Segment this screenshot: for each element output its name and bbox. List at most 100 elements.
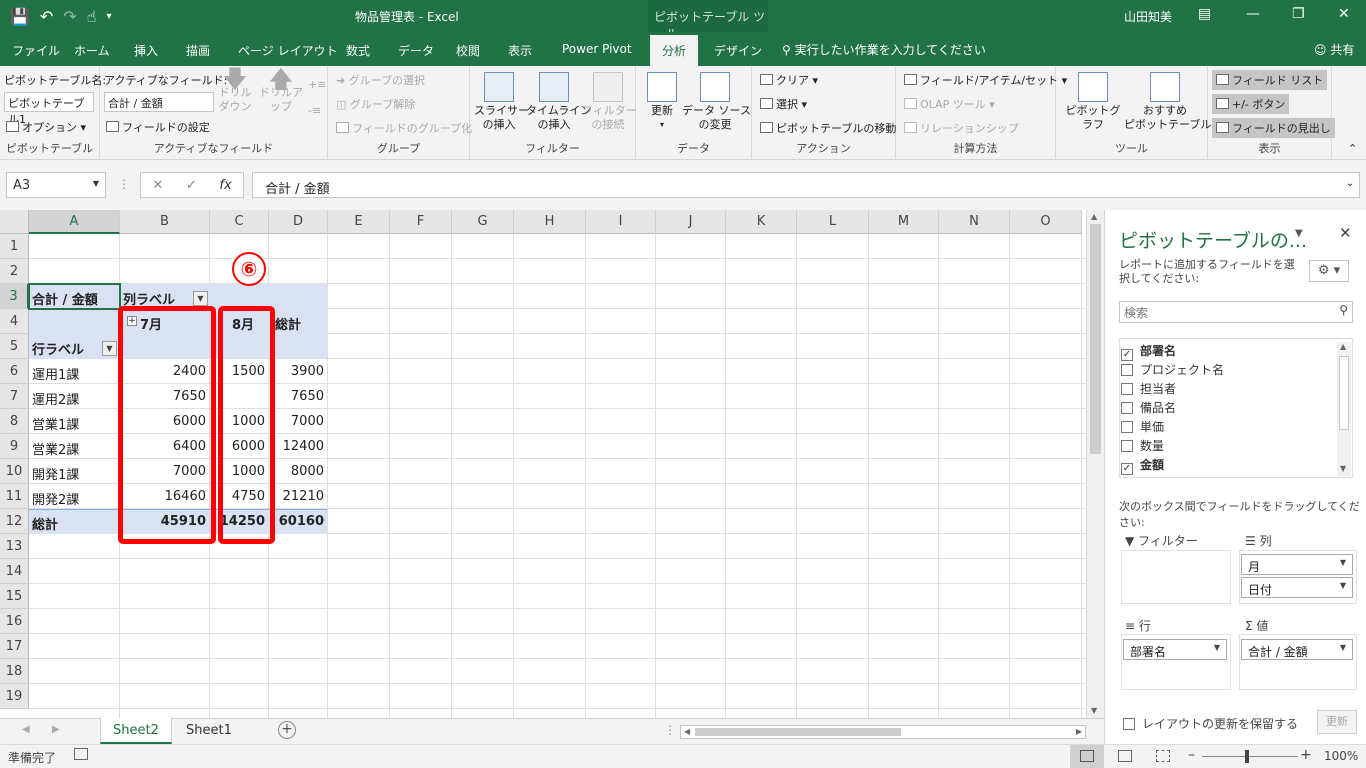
row-header[interactable]: 6 bbox=[0, 359, 29, 384]
tab-design[interactable]: デザイン bbox=[714, 42, 762, 59]
column-header[interactable]: E bbox=[328, 210, 390, 234]
column-header[interactable]: C bbox=[210, 210, 269, 234]
column-header[interactable]: F bbox=[390, 210, 452, 234]
row-header[interactable]: 16 bbox=[0, 609, 29, 634]
scroll-up-icon[interactable]: ▲ bbox=[1091, 212, 1097, 221]
row-header[interactable]: 5 bbox=[0, 334, 29, 359]
column-header[interactable]: M bbox=[869, 210, 939, 234]
macro-record-icon[interactable] bbox=[74, 748, 88, 760]
row-header[interactable]: 8 bbox=[0, 409, 29, 434]
row-header[interactable]: 9 bbox=[0, 434, 29, 459]
row-header[interactable]: 4 bbox=[0, 309, 29, 334]
zoom-slider-thumb[interactable] bbox=[1245, 750, 1249, 763]
values-chip-sum-amount[interactable]: 合計 / 金額 ▼ bbox=[1241, 639, 1353, 660]
row-header[interactable]: 15 bbox=[0, 584, 29, 609]
tab-data[interactable]: データ bbox=[398, 42, 434, 59]
field-search-input[interactable]: 検索 ⚲ bbox=[1119, 301, 1353, 323]
field-scroll-down-icon[interactable]: ▼ bbox=[1340, 464, 1346, 473]
columns-chip-date[interactable]: 日付 ▼ bbox=[1241, 577, 1353, 598]
pivot-row-name[interactable]: 運用2課 bbox=[32, 384, 118, 409]
formula-input[interactable]: 合計 / 金額 bbox=[252, 172, 1360, 198]
plus-minus-toggle[interactable]: +/- ボタン bbox=[1212, 94, 1290, 114]
row-header[interactable]: 7 bbox=[0, 384, 29, 409]
row-header[interactable]: 2 bbox=[0, 259, 29, 284]
select-all-corner[interactable] bbox=[0, 210, 29, 234]
row-filter-dropdown-icon[interactable]: ▼ bbox=[102, 341, 117, 356]
tab-split-grip-icon[interactable]: ⋮ bbox=[664, 723, 676, 737]
field-item[interactable]: ✓ 部署名 bbox=[1121, 342, 1176, 361]
redo-icon[interactable]: ↷ bbox=[63, 7, 76, 26]
field-scroll-thumb[interactable] bbox=[1339, 356, 1349, 430]
customize-qat-icon[interactable]: ▾ bbox=[106, 11, 111, 22]
name-box-dropdown-icon[interactable]: ▼ bbox=[93, 179, 99, 188]
zoom-level[interactable]: 100% bbox=[1324, 749, 1358, 763]
tab-view[interactable]: 表示 bbox=[508, 42, 532, 59]
column-filter-dropdown-icon[interactable]: ▼ bbox=[193, 291, 208, 306]
checked-checkbox-icon[interactable]: ✓ bbox=[1121, 349, 1133, 361]
vertical-scrollbar[interactable]: ▲ ▼ bbox=[1086, 210, 1104, 718]
field-item[interactable]: プロジェクト名 bbox=[1121, 361, 1224, 378]
pivot-row-name[interactable]: 営業2課 bbox=[32, 434, 118, 459]
pivot-row-name[interactable]: 運用1課 bbox=[32, 359, 118, 384]
column-header[interactable]: G bbox=[452, 210, 514, 234]
zoom-slider[interactable] bbox=[1202, 756, 1298, 757]
refresh-button[interactable]: 更新 ▾ bbox=[644, 72, 680, 132]
column-header[interactable]: N bbox=[939, 210, 1010, 234]
filter-area-box[interactable] bbox=[1121, 550, 1231, 604]
chip-dropdown-icon[interactable]: ▼ bbox=[1340, 558, 1346, 567]
tab-draw[interactable]: 描画 bbox=[186, 42, 210, 59]
share-button[interactable]: ☺ 共有 bbox=[1314, 41, 1354, 58]
chip-dropdown-icon[interactable]: ▼ bbox=[1340, 581, 1346, 590]
insert-timeline-button[interactable]: タイムライン の挿入 bbox=[526, 72, 591, 132]
sheet-tab-sheet2[interactable]: Sheet2 bbox=[100, 718, 172, 744]
pivot-row-name[interactable]: 開発1課 bbox=[32, 459, 118, 484]
scroll-left-icon[interactable]: ◀ bbox=[684, 727, 690, 736]
move-pivot-button[interactable]: ピボットテーブルの移動 bbox=[760, 120, 896, 136]
name-box[interactable]: A3 ▼ bbox=[6, 172, 106, 198]
horizontal-scroll-thumb[interactable] bbox=[695, 728, 901, 736]
pivot-value-cell[interactable]: 21210 bbox=[269, 484, 327, 509]
minimize-icon[interactable]: — bbox=[1246, 6, 1260, 22]
scroll-down-icon[interactable]: ▼ bbox=[1091, 706, 1097, 715]
page-break-view-icon[interactable] bbox=[1156, 750, 1170, 762]
column-header[interactable]: J bbox=[656, 210, 726, 234]
sheet-prev-icon[interactable]: ◀ bbox=[22, 724, 30, 735]
defer-update-checkbox[interactable]: レイアウトの更新を保留する bbox=[1123, 715, 1298, 732]
field-list-scrollbar[interactable]: ▲ ▼ bbox=[1337, 342, 1351, 476]
group-selection-button[interactable]: ➜ グループの選択 bbox=[336, 72, 425, 88]
pane-options-dropdown-icon[interactable]: ▼ bbox=[1295, 228, 1303, 239]
checkbox-icon[interactable] bbox=[1121, 364, 1133, 376]
options-button[interactable]: オプション ▾ bbox=[6, 119, 86, 135]
column-header[interactable]: B bbox=[120, 210, 210, 234]
row-header[interactable]: 11 bbox=[0, 484, 29, 509]
column-header[interactable]: A bbox=[29, 210, 120, 234]
row-header[interactable]: 3 bbox=[0, 284, 29, 309]
row-header[interactable]: 10 bbox=[0, 459, 29, 484]
olap-tools-button[interactable]: OLAP ツール ▾ bbox=[904, 96, 995, 112]
column-header[interactable]: D bbox=[269, 210, 328, 234]
ribbon-display-options-icon[interactable]: ▤ bbox=[1198, 6, 1211, 22]
tab-insert[interactable]: 挿入 bbox=[134, 42, 158, 59]
user-name[interactable]: 山田知美 bbox=[1124, 8, 1172, 25]
column-header[interactable]: I bbox=[586, 210, 656, 234]
group-field-button[interactable]: フィールドのグループ化 bbox=[336, 120, 472, 136]
pivot-row-label[interactable]: 行ラベル bbox=[32, 334, 102, 359]
field-headers-toggle[interactable]: フィールドの見出し bbox=[1212, 118, 1335, 138]
field-item[interactable]: 数量 bbox=[1121, 437, 1164, 454]
worksheet-grid[interactable]: ABCDEFGHIJKLMNO 1 2 3 4 5 6 7 8 9 10 11 12 13 14 15 16 1… bbox=[0, 210, 1086, 718]
save-icon[interactable]: 💾 bbox=[10, 7, 30, 26]
filter-connections-button[interactable]: フィルター の接続 bbox=[582, 72, 637, 132]
pane-tools-gear-icon[interactable]: ⚙ ▾ bbox=[1309, 260, 1349, 282]
pivot-header-total[interactable]: 総計 bbox=[275, 309, 325, 334]
field-item[interactable]: 担当者 bbox=[1121, 380, 1176, 397]
pivot-value-cell[interactable]: 7000 bbox=[269, 409, 327, 434]
field-list-toggle[interactable]: フィールド リスト bbox=[1212, 70, 1328, 90]
drill-down-button[interactable]: 🡇 ドリル ダウン bbox=[218, 67, 252, 114]
tab-file[interactable]: ファイル bbox=[12, 42, 60, 59]
pivot-total-label[interactable]: 総計 bbox=[32, 509, 118, 534]
update-button[interactable]: 更新 bbox=[1317, 710, 1357, 734]
collapse-ribbon-icon[interactable]: ⌃ bbox=[1348, 142, 1357, 155]
drill-up-button[interactable]: 🡅 ドリルアップ bbox=[256, 67, 306, 114]
field-item[interactable]: 単価 bbox=[1121, 418, 1164, 435]
fields-items-sets-button[interactable]: フィールド/アイテム/セット ▾ bbox=[904, 72, 1067, 88]
